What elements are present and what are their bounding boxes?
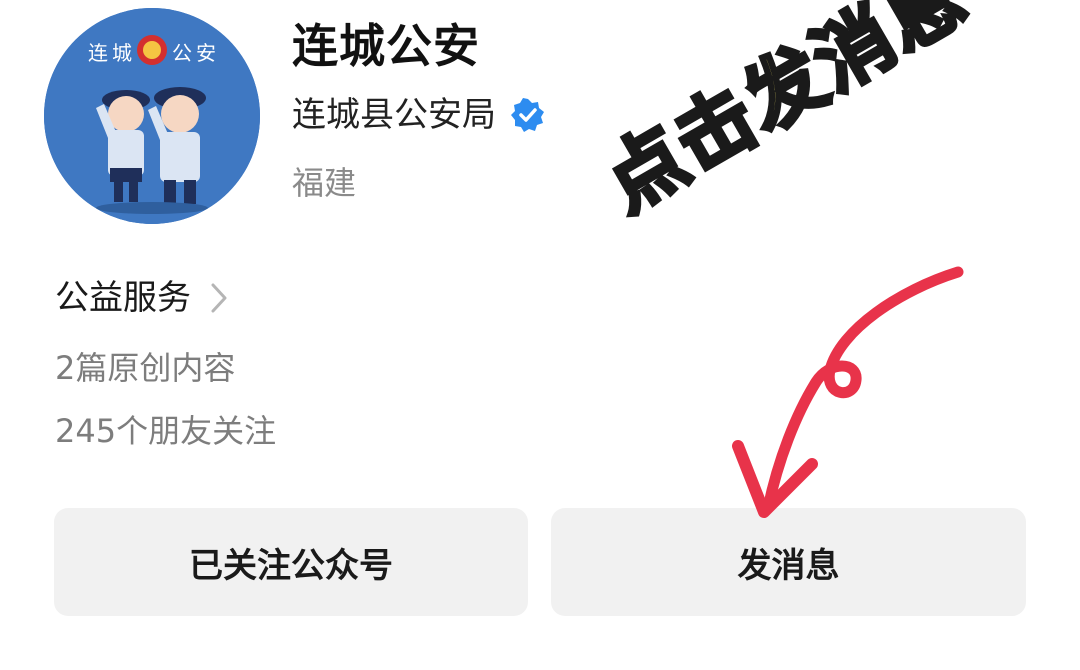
account-avatar[interactable]: 连 城 公 安	[44, 8, 260, 224]
svg-text:安: 安	[196, 41, 216, 65]
chevron-right-icon	[211, 283, 227, 313]
account-title: 连城公安	[292, 19, 480, 73]
original-content-count: 2篇原创内容	[55, 349, 236, 387]
verified-badge-icon	[511, 98, 544, 132]
svg-text:公: 公	[172, 41, 192, 65]
public-service-label: 公益服务	[55, 278, 191, 318]
public-service-link[interactable]: 公益服务	[55, 274, 229, 322]
organization-row: 连城县公安局	[292, 90, 546, 140]
followed-account-button[interactable]: 已关注公众号	[54, 508, 528, 616]
svg-text:城: 城	[112, 41, 132, 65]
svg-text:连: 连	[88, 41, 108, 65]
organization-name: 连城县公安局	[292, 95, 496, 135]
curved-arrow-annotation	[732, 266, 964, 518]
region-label: 福建	[292, 164, 357, 202]
friends-following-count: 245个朋友关注	[55, 412, 277, 450]
police-illustration: 连 城 公 安	[44, 8, 260, 224]
callout-annotation: 点击发消息	[589, 0, 984, 231]
